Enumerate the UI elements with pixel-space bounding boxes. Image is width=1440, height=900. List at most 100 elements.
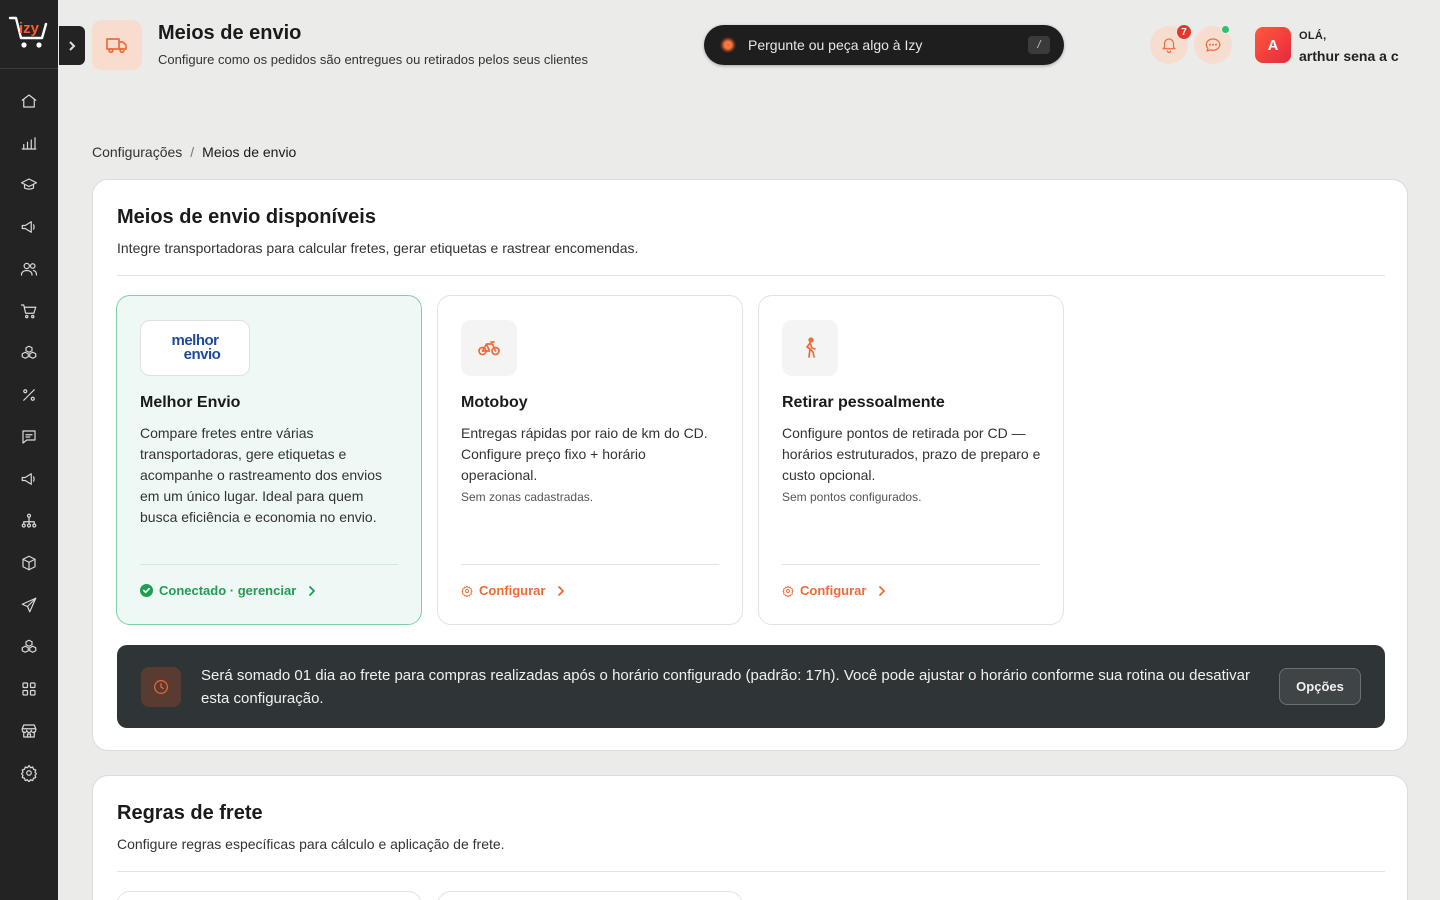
- motoboy-logo: [461, 320, 517, 376]
- grid-icon: [22, 682, 36, 696]
- sparkle-icon: ✦: [720, 37, 736, 53]
- percent-icon: [23, 389, 35, 401]
- users-icon: [20, 262, 38, 276]
- bar-chart-icon: [21, 137, 37, 150]
- logo-text: izy: [19, 20, 40, 37]
- manage-connection-link[interactable]: Conectado · gerenciar: [140, 583, 318, 598]
- user-avatar[interactable]: A: [1255, 27, 1291, 63]
- sidebar-item-shipping[interactable]: [17, 593, 41, 617]
- shipping-card-motoboy[interactable]: Motoboy Entregas rápidas por raio de km …: [437, 295, 743, 625]
- card-divider: [140, 564, 398, 565]
- bicycle-icon: [478, 341, 500, 356]
- store-icon: [21, 724, 37, 738]
- sidebar-item-affiliates[interactable]: [17, 509, 41, 533]
- megaphone-icon: [21, 473, 35, 485]
- message-square-icon: [22, 430, 36, 444]
- sidebar-divider: [0, 68, 58, 69]
- walking-person-icon: [806, 337, 816, 358]
- bell-icon: [1162, 38, 1176, 54]
- pickup-logo: [782, 320, 838, 376]
- page-title: Meios de envio: [158, 22, 302, 44]
- boxes-icon: [21, 345, 37, 359]
- sidebar-item-messages[interactable]: [17, 425, 41, 449]
- breadcrumb: Configurações / Meios de envio: [92, 144, 296, 160]
- chevron-right-icon: [558, 585, 565, 596]
- options-button[interactable]: Opções: [1279, 668, 1361, 705]
- sidebar-item-analytics[interactable]: [17, 131, 41, 155]
- network-icon: [21, 513, 37, 528]
- ai-assistant-input[interactable]: ✦ Pergunte ou peça algo à Izy /: [704, 25, 1064, 65]
- sidebar-item-apps[interactable]: [17, 677, 41, 701]
- chevron-right-icon: [309, 585, 316, 596]
- cutoff-time-info-text: Será somado 01 dia ao frete para compras…: [201, 666, 1250, 707]
- breadcrumb-current: Meios de envio: [202, 144, 297, 160]
- breadcrumb-link-configuracoes[interactable]: Configurações: [92, 144, 182, 160]
- izy-logo[interactable]: izy: [6, 12, 52, 52]
- shipping-card-pickup[interactable]: Retirar pessoalmente Configure pontos de…: [758, 295, 1064, 625]
- sidebar-item-inventory[interactable]: [17, 551, 41, 575]
- card-description: Compare fretes entre várias transportado…: [140, 425, 383, 525]
- shipping-card-melhor-envio[interactable]: melhor envio Melhor Envio Compare fretes…: [116, 295, 422, 625]
- sidebar-item-settings[interactable]: [17, 761, 41, 785]
- online-status-dot: [1221, 25, 1230, 34]
- card-status-note: Sem pontos configurados.: [782, 490, 922, 504]
- sidebar-item-home[interactable]: [17, 89, 41, 113]
- section-description: Configure regras específicas para cálcul…: [117, 836, 505, 852]
- card-description: Entregas rápidas por raio de km do CD. C…: [461, 425, 708, 483]
- rule-card[interactable]: [116, 891, 422, 900]
- configure-pickup-link[interactable]: Configurar: [782, 583, 888, 598]
- cutoff-time-info-bar: Será somado 01 dia ao frete para compras…: [117, 645, 1385, 728]
- user-name[interactable]: arthur sena a c: [1299, 48, 1399, 64]
- gear-icon: [461, 585, 473, 597]
- card-title: Melhor Envio: [140, 394, 241, 411]
- breadcrumb-separator: /: [190, 144, 195, 160]
- sidebar-item-customers[interactable]: [17, 257, 41, 281]
- megaphone-icon: [21, 221, 35, 233]
- section-description: Integre transportadoras para calcular fr…: [117, 240, 639, 256]
- card-divider: [782, 564, 1040, 565]
- card-description: Configure pontos de retirada por CD — ho…: [782, 425, 1041, 483]
- check-circle-icon: [140, 584, 153, 597]
- boxes-icon: [21, 639, 37, 653]
- card-title: Retirar pessoalmente: [782, 394, 945, 411]
- shipping-methods-panel: Meios de envio disponíveis Integre trans…: [92, 179, 1408, 751]
- card-title: Motoboy: [461, 394, 528, 411]
- melhor-envio-logo: melhor envio: [140, 320, 250, 376]
- keyboard-shortcut-hint: /: [1028, 36, 1050, 54]
- section-title: Regras de frete: [117, 802, 263, 824]
- card-divider: [461, 564, 719, 565]
- sidebar-item-promotions[interactable]: [17, 383, 41, 407]
- sidebar-expand-button[interactable]: [59, 26, 85, 65]
- chat-button[interactable]: [1194, 25, 1232, 64]
- notifications-button[interactable]: 7: [1150, 24, 1192, 64]
- sidebar-item-collections[interactable]: [17, 635, 41, 659]
- gear-icon: [20, 764, 38, 782]
- package-icon: [22, 555, 36, 571]
- configure-label: Configurar: [479, 583, 546, 598]
- chevron-right-icon: [879, 585, 886, 596]
- sidebar: izy: [0, 0, 58, 900]
- card-status-note: Sem zonas cadastradas.: [461, 490, 594, 504]
- clock-icon: [141, 666, 181, 707]
- sidebar-item-products[interactable]: [17, 341, 41, 365]
- sidebar-item-orders[interactable]: [17, 299, 41, 323]
- chevron-right-icon: [69, 40, 76, 51]
- shopping-cart-icon: [20, 304, 37, 319]
- configure-label: Configurar: [800, 583, 867, 598]
- sidebar-item-marketing[interactable]: [17, 215, 41, 239]
- truck-icon: [106, 38, 127, 54]
- sidebar-item-academy[interactable]: [17, 173, 41, 197]
- configure-motoboy-link[interactable]: Configurar: [461, 583, 567, 598]
- chat-bubble-icon: [1205, 38, 1221, 52]
- sidebar-item-store[interactable]: [17, 719, 41, 743]
- page-subtitle: Configure como os pedidos são entregues …: [158, 52, 588, 67]
- home-icon: [21, 94, 37, 108]
- logo-line-2: envio: [183, 346, 221, 363]
- shipping-rules-panel: Regras de frete Configure regras específ…: [92, 775, 1408, 900]
- rule-card[interactable]: [437, 891, 743, 900]
- greeting-label: OLÁ,: [1299, 30, 1327, 42]
- sidebar-item-campaigns[interactable]: [17, 467, 41, 491]
- graduation-cap-icon: [20, 178, 38, 190]
- manage-connection-label: Conectado · gerenciar: [159, 583, 297, 598]
- send-icon: [21, 597, 37, 613]
